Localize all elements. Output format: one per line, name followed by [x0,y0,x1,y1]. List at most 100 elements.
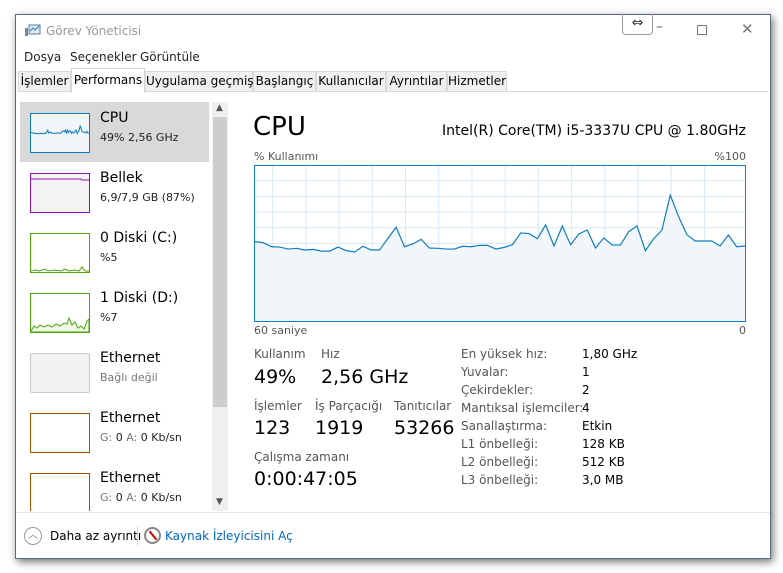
sidebar-item-sub: 6,9/7,9 GB (87%) [100,191,195,204]
send-label: G: [100,431,113,444]
sidebar-item-cpu[interactable]: CPU 49% 2,56 GHz [20,102,209,162]
tab-services[interactable]: Hizmetler [447,71,507,92]
speed-label: Hız [321,347,340,361]
detail-value: Etkin [582,419,613,433]
detail-value: 4 [582,401,590,415]
sidebar-item-sub: Bağlı değil [100,371,158,384]
ethernet-thumbnail-graph [30,353,90,393]
collapse-chevron-icon[interactable]: ︿ [24,527,42,545]
tab-users[interactable]: Kullanıcılar [316,71,386,92]
detail-label: L1 önbelleği: [461,437,539,451]
send-value: 0 [115,491,123,504]
sidebar-item-disk-d[interactable]: 1 Diski (D:) %7 [20,282,209,342]
sidebar-item-ethernet-2[interactable]: Ethernet G: 0 A: 0 Kb/sn [20,402,209,462]
ethernet-thumbnail-graph [30,473,90,511]
maximize-button[interactable] [697,25,707,35]
graph-x-right: 0 [739,324,746,337]
tab-startup[interactable]: Başlangıç [253,71,316,92]
sidebar-item-name: CPU [100,110,129,126]
speed-value: 2,56 GHz [321,366,409,388]
tab-performance[interactable]: Performans [71,68,145,93]
detail-label: Yuvalar: [461,365,509,379]
task-manager-app-icon [25,24,41,36]
graph-y-label: % Kullanımı [254,150,319,163]
tab-bar: İşlemler Performans Uygulama geçmişi Baş… [18,68,768,93]
detail-label: L3 önbelleği: [461,473,539,487]
sidebar-item-ethernet-1[interactable]: Ethernet Bağlı değil [20,342,209,402]
menu-file[interactable]: Dosya [24,50,61,64]
threads-label: İş Parçacığı [315,399,383,413]
detail-value: 128 KB [582,437,625,451]
detail-value: 1,80 GHz [582,347,638,361]
sidebar-item-name: Ethernet [100,470,161,486]
detail-value: 3,0 MB [582,473,624,487]
receive-value: 0 Kb/sn [140,491,182,504]
usage-value: 49% [254,366,297,388]
tab-app-history[interactable]: Uygulama geçmişi [145,71,257,92]
sidebar-item-name: 0 Diski (C:) [100,230,178,246]
menu-options[interactable]: Seçenekler [70,50,137,64]
footer-divider [137,527,138,545]
receive-label: A: [126,491,138,504]
processes-value: 123 [254,417,291,439]
sidebar-item-disk-c[interactable]: 0 Diski (C:) %5 [20,222,209,282]
send-value: 0 [115,431,123,444]
memory-thumbnail-graph [30,173,90,213]
snap-layout-button[interactable]: ⇔ [622,14,653,35]
detail-value: 2 [582,383,590,397]
tab-processes[interactable]: İşlemler [18,71,71,92]
detail-value: 1 [582,365,590,379]
sidebar-item-sub: %7 [100,311,118,324]
send-label: G: [100,491,113,504]
scroll-down-icon[interactable]: ▼ [216,497,223,507]
minimize-button[interactable]: – [656,19,663,35]
sidebar-item-name: Bellek [100,170,143,186]
handles-value: 53266 [394,417,455,439]
footer: ︿ Daha az ayrıntı Kaynak İzleyicisini Aç [16,512,770,545]
task-manager-window: Görev Yöneticisi ⇔ – ✕ Dosya Seçenekler … [15,14,771,559]
sidebar-item-sub: 49% 2,56 GHz [100,131,179,144]
sidebar-item-name: Ethernet [100,410,161,426]
handles-label: Tanıtıcılar [394,399,452,413]
less-details-button[interactable]: Daha az ayrıntı [50,529,141,543]
sidebar-item-sub: G: 0 A: 0 Kb/sn [100,491,182,504]
scrollbar-thumb[interactable] [213,117,227,407]
scroll-up-icon[interactable]: ▲ [216,103,223,113]
sidebar-scrollbar[interactable]: ▲ ▼ [212,102,228,511]
processes-label: İşlemler [254,399,302,413]
receive-label: A: [126,431,138,444]
close-button[interactable]: ✕ [741,20,754,38]
disk-d-thumbnail-graph [30,293,90,333]
cpu-model: Intel(R) Core(TM) i5-3337U CPU @ 1.80GHz [442,123,746,139]
detail-label: Çekirdekler: [461,383,534,397]
cpu-usage-graph [254,165,746,322]
detail-label: En yüksek hız: [461,347,548,361]
sidebar-item-sub: %5 [100,251,118,264]
menu-view[interactable]: Görüntüle [140,50,200,64]
sidebar-item-ethernet-3[interactable]: Ethernet G: 0 A: 0 Kb/sn [20,462,209,511]
window-title: Görev Yöneticisi [46,24,142,38]
threads-value: 1919 [315,417,364,439]
detail-label: L2 önbelleği: [461,455,539,469]
sidebar-item-memory[interactable]: Bellek 6,9/7,9 GB (87%) [20,162,209,222]
usage-label: Kullanım [254,347,306,361]
detail-label: Mantıksal işlemciler: [461,401,584,415]
uptime-label: Çalışma zamanı [254,450,350,464]
uptime-value: 0:00:47:05 [254,468,358,490]
sidebar-item-name: 1 Diski (D:) [100,290,179,306]
cpu-thumbnail-graph [30,113,90,153]
detail-label: Sanallaştırma: [461,419,548,433]
detail-value: 512 KB [582,455,625,469]
graph-x-left: 60 saniye [254,324,308,337]
receive-value: 0 Kb/sn [140,431,182,444]
page-title: CPU [253,112,306,142]
open-resource-monitor-link[interactable]: Kaynak İzleyicisini Aç [165,529,293,543]
disk-c-thumbnail-graph [30,233,90,273]
cpu-usage-area [255,195,745,321]
resource-monitor-icon [144,527,161,544]
tab-details[interactable]: Ayrıntılar [386,71,447,92]
graph-y-max: %100 [714,150,746,163]
sidebar-item-name: Ethernet [100,350,161,366]
sidebar-item-sub: G: 0 A: 0 Kb/sn [100,431,182,444]
ethernet-thumbnail-graph [30,413,90,453]
